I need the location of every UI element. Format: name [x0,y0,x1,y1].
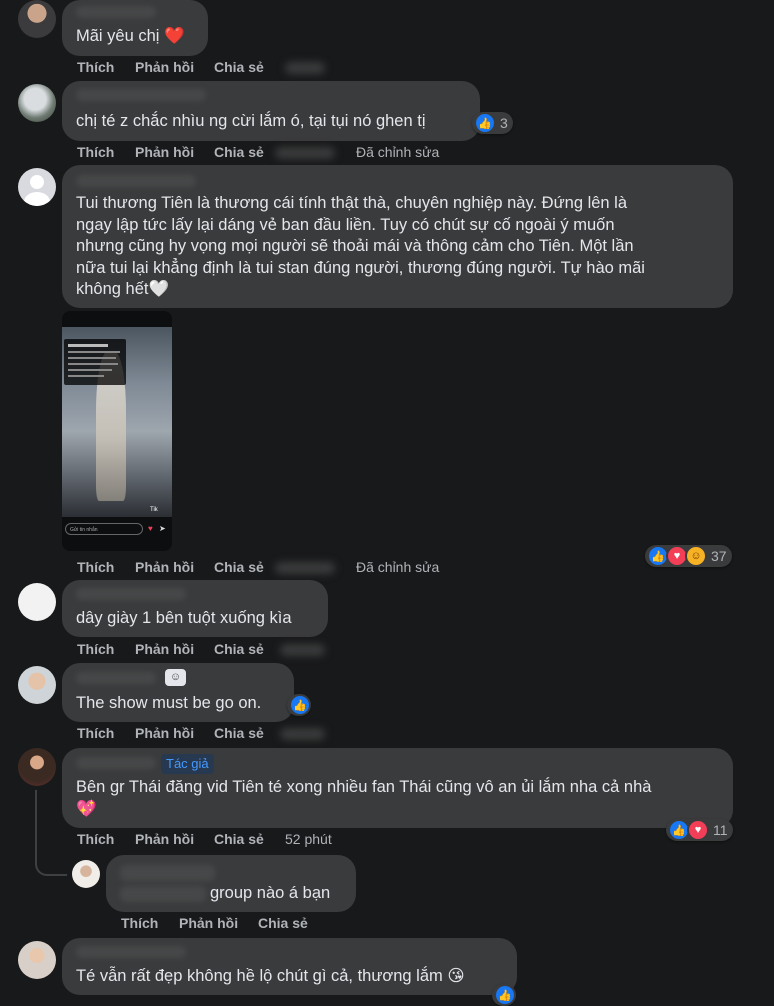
heart-icon: ♥ [148,524,153,533]
share-button[interactable]: Chia sẻ [214,831,264,847]
comment-text: Té vẫn rất đẹp không hề lộ chút gì cả, t… [76,967,465,985]
like-reaction-icon: 👍 [494,984,516,1006]
author-badge: Tác giả [161,754,214,774]
comment-text: dây giày 1 bên tuột xuống kìa [76,609,292,627]
timestamp-blurred [280,728,325,740]
commenter-name-blurred [120,865,215,881]
comment-bubble: chị té z chắc nhìu ng cừi lắm ó, tại tụi… [62,81,480,141]
avatar[interactable] [18,84,56,122]
reply-button[interactable]: Phản hồi [135,725,194,741]
timestamp-blurred [280,644,325,656]
reaction-number: 11 [713,822,728,838]
like-button[interactable]: Thích [77,559,114,575]
avatar[interactable] [18,583,56,621]
avatar[interactable] [18,0,56,38]
avatar[interactable] [18,666,56,704]
care-reaction-icon: ☺ [685,545,707,567]
reply-prefix-blurred [120,886,206,902]
like-reaction-icon: 👍 [474,112,496,134]
commenter-name-blurred [76,6,156,18]
tiktok-watermark: Tik [150,507,158,513]
reaction-number: 37 [711,548,727,564]
comment-text: Mãi yêu chị ❤️ [76,27,185,45]
timestamp-blurred [285,62,325,74]
attached-image[interactable]: Tik Gửi tin nhắn ♥ ➤ [62,311,172,551]
reply-bubble: group nào á bạn [106,855,356,912]
avatar[interactable] [18,941,56,979]
comment-text: Tui thương Tiên là thương cái tính thật … [76,194,645,298]
reaction-count[interactable]: 👍 [492,984,516,1006]
reaction-count[interactable]: 👍 ♥ ☺ 37 [645,545,732,567]
timestamp-blurred [275,147,335,159]
share-button[interactable]: Chia sẻ [214,725,264,741]
commenter-name-blurred [76,672,156,684]
timestamp[interactable]: 52 phút [285,831,332,847]
comment-bubble: Mãi yêu chị ❤️ [62,0,208,56]
avatar[interactable] [72,860,100,888]
like-reaction-icon: 👍 [289,694,311,716]
like-button[interactable]: Thích [77,144,114,160]
comment-bubble: Tui thương Tiên là thương cái tính thật … [62,165,733,308]
comment-text: Bên gr Thái đăng vid Tiên té xong nhiều … [76,777,726,820]
comment-bubble: Té vẫn rất đẹp không hề lộ chút gì cả, t… [62,938,517,995]
sparkling-heart-emoji: 💖 [76,799,97,818]
commenter-name-blurred [76,89,206,101]
edited-label[interactable]: Đã chỉnh sửa [356,144,439,160]
share-button[interactable]: Chia sẻ [214,559,264,575]
share-button[interactable]: Chia sẻ [214,144,264,160]
comment-text: chị té z chắc nhìu ng cừi lắm ó, tại tụi… [76,112,426,130]
like-button[interactable]: Thích [77,641,114,657]
like-button[interactable]: Thích [121,915,158,931]
commenter-name-blurred [76,946,186,958]
comment-bubble: Tác giả Bên gr Thái đăng vid Tiên té xon… [62,748,733,828]
reply-button[interactable]: Phản hồi [135,831,194,847]
avatar-default[interactable] [18,168,56,206]
reaction-number: 3 [500,115,508,131]
reaction-count[interactable]: 👍 ♥ 11 [666,819,733,841]
comment-text: group nào á bạn [210,884,331,902]
reply-button[interactable]: Phản hồi [135,144,194,160]
love-reaction-icon: ♥ [687,819,709,841]
share-button[interactable]: Chia sẻ [214,59,264,75]
message-input: Gửi tin nhắn [65,523,143,535]
commenter-name-blurred [76,175,196,187]
reply-button[interactable]: Phản hồi [179,915,238,931]
reply-button[interactable]: Phản hồi [135,59,194,75]
reply-button[interactable]: Phản hồi [135,559,194,575]
comment-bubble: dây giày 1 bên tuột xuống kìa [62,580,328,637]
commenter-name-blurred [76,588,186,600]
reaction-count[interactable]: 👍 [287,694,311,716]
reply-button[interactable]: Phản hồi [135,641,194,657]
share-button[interactable]: Chia sẻ [258,915,308,931]
edited-label[interactable]: Đã chỉnh sửa [356,559,439,575]
send-icon: ➤ [159,524,166,533]
like-button[interactable]: Thích [77,831,114,847]
reaction-count[interactable]: 👍 3 [472,112,513,134]
like-button[interactable]: Thích [77,59,114,75]
timestamp-blurred [275,562,335,574]
share-button[interactable]: Chia sẻ [214,641,264,657]
comment-text: The show must be go on. [76,694,262,712]
author-avatar[interactable] [18,748,56,786]
top-fan-badge-icon: ☺ [165,669,186,686]
like-button[interactable]: Thích [77,725,114,741]
comment-bubble: ☺ The show must be go on. [62,663,294,722]
commenter-name-blurred [76,757,156,769]
